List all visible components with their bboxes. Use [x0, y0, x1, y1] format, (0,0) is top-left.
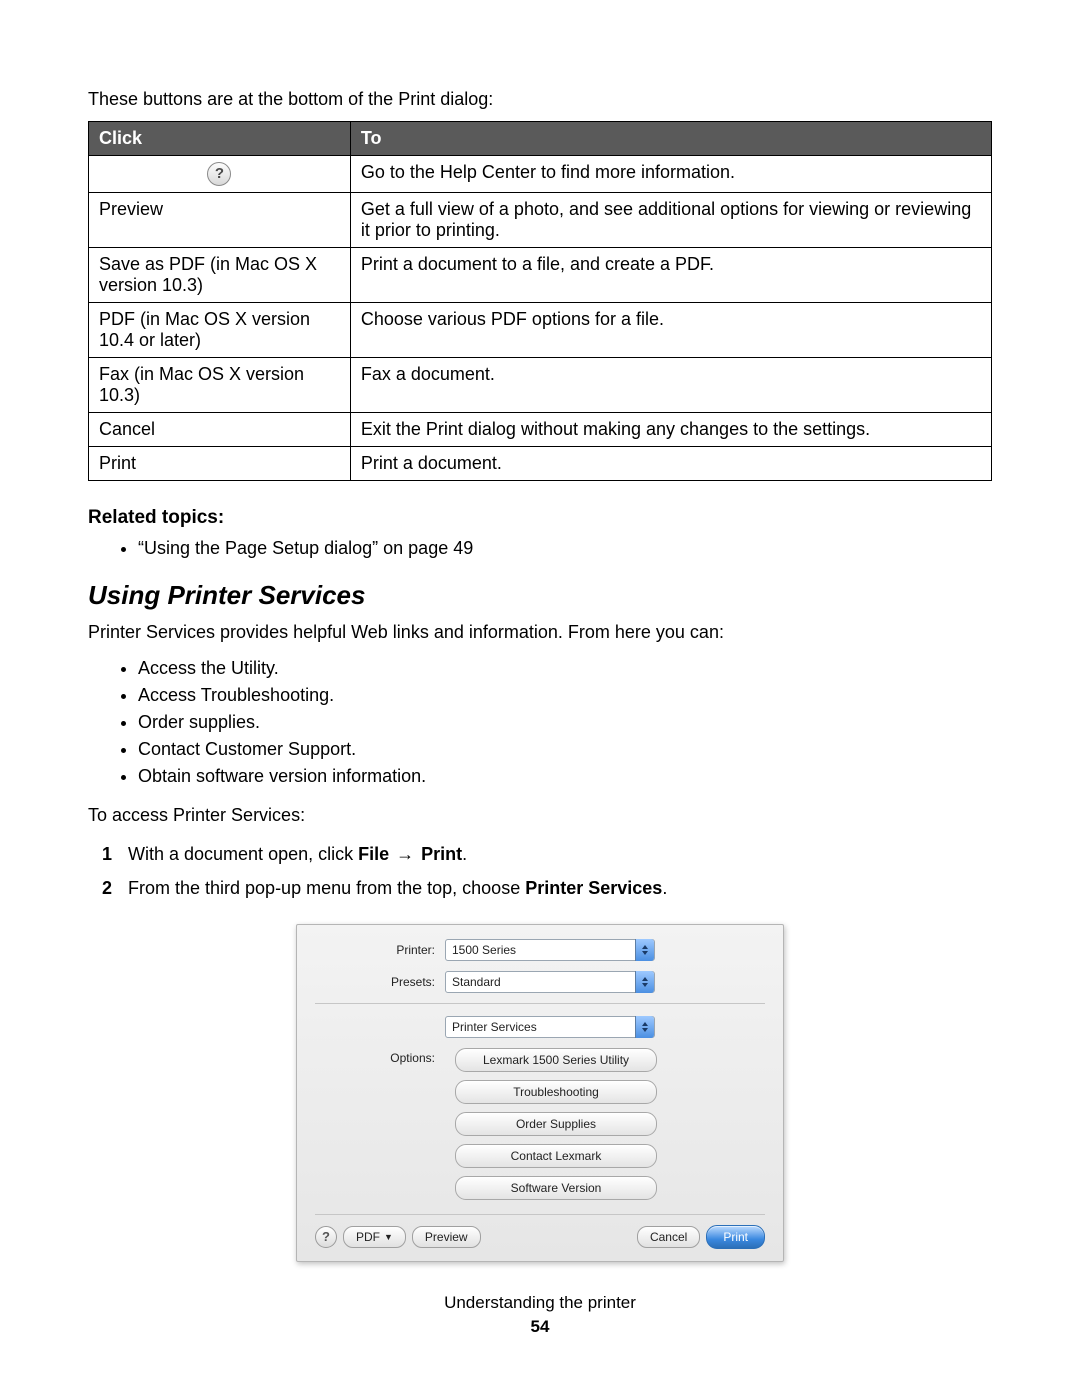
page-number: 54: [0, 1317, 1080, 1337]
step-text: .: [662, 878, 667, 898]
chevron-down-icon: ▼: [384, 1232, 393, 1242]
chevron-updown-icon: [635, 1016, 654, 1038]
table-cell: Choose various PDF options for a file.: [350, 303, 991, 358]
printer-select-value: 1500 Series: [452, 943, 516, 957]
pane-select[interactable]: Printer Services: [445, 1016, 655, 1038]
capabilities-list: Access the Utility. Access Troubleshooti…: [88, 655, 992, 790]
list-item: Access the Utility.: [138, 655, 992, 682]
divider: [315, 1214, 765, 1215]
step-1: With a document open, click File → Print…: [128, 837, 992, 871]
option-contact-button[interactable]: Contact Lexmark: [455, 1144, 657, 1168]
preview-button[interactable]: Preview: [412, 1226, 481, 1248]
step-text: With a document open, click: [128, 844, 358, 864]
table-cell: Fax (in Mac OS X version 10.3): [89, 358, 351, 413]
table-row: Preview Get a full view of a photo, and …: [89, 193, 992, 248]
list-item: “Using the Page Setup dialog” on page 49: [138, 535, 992, 562]
option-software-version-button[interactable]: Software Version: [455, 1176, 657, 1200]
table-cell: Exit the Print dialog without making any…: [350, 413, 991, 447]
chevron-updown-icon: [635, 939, 654, 961]
cancel-button[interactable]: Cancel: [637, 1226, 700, 1248]
table-cell: PDF (in Mac OS X version 10.4 or later): [89, 303, 351, 358]
related-topics-list: “Using the Page Setup dialog” on page 49: [88, 535, 992, 562]
pdf-menu-label: PDF: [356, 1230, 380, 1244]
option-order-supplies-button[interactable]: Order Supplies: [455, 1112, 657, 1136]
print-dialog: Printer: 1500 Series Presets: Standard P…: [296, 924, 784, 1262]
footer-chapter: Understanding the printer: [0, 1293, 1080, 1313]
help-icon: ?: [207, 162, 231, 186]
page-footer: Understanding the printer 54: [0, 1293, 1080, 1337]
section-heading: Using Printer Services: [88, 580, 992, 611]
table-row: ? Go to the Help Center to find more inf…: [89, 156, 992, 193]
steps-list: With a document open, click File → Print…: [88, 837, 992, 905]
related-topics-heading: Related topics:: [88, 507, 992, 529]
table-cell: Save as PDF (in Mac OS X version 10.3): [89, 248, 351, 303]
intro-text: These buttons are at the bottom of the P…: [88, 88, 992, 111]
option-troubleshooting-button[interactable]: Troubleshooting: [455, 1080, 657, 1104]
pdf-menu-button[interactable]: PDF ▼: [343, 1226, 406, 1248]
step-text: From the third pop-up menu from the top,…: [128, 878, 525, 898]
divider: [315, 1003, 765, 1004]
table-row: Cancel Exit the Print dialog without mak…: [89, 413, 992, 447]
table-cell: Preview: [89, 193, 351, 248]
list-item: Contact Customer Support.: [138, 736, 992, 763]
help-button[interactable]: ?: [315, 1226, 337, 1248]
label-options: Options:: [315, 1048, 445, 1065]
step-2: From the third pop-up menu from the top,…: [128, 871, 992, 905]
table-cell: Print a document to a file, and create a…: [350, 248, 991, 303]
table-cell: Go to the Help Center to find more infor…: [350, 156, 991, 193]
option-utility-button[interactable]: Lexmark 1500 Series Utility: [455, 1048, 657, 1072]
document-page: These buttons are at the bottom of the P…: [0, 0, 1080, 1397]
table-cell: Cancel: [89, 413, 351, 447]
table-cell: Fax a document.: [350, 358, 991, 413]
arrow-icon: →: [394, 844, 416, 864]
presets-select[interactable]: Standard: [445, 971, 655, 993]
th-to: To: [350, 122, 991, 156]
table-row: Fax (in Mac OS X version 10.3) Fax a doc…: [89, 358, 992, 413]
step-text: .: [462, 844, 467, 864]
th-click: Click: [89, 122, 351, 156]
section-lead: Printer Services provides helpful Web li…: [88, 621, 992, 644]
print-button[interactable]: Print: [706, 1225, 765, 1249]
label-presets: Presets:: [315, 975, 445, 989]
printer-select[interactable]: 1500 Series: [445, 939, 655, 961]
access-lead: To access Printer Services:: [88, 804, 992, 827]
list-item: Order supplies.: [138, 709, 992, 736]
table-cell: Get a full view of a photo, and see addi…: [350, 193, 991, 248]
table-row: PDF (in Mac OS X version 10.4 or later) …: [89, 303, 992, 358]
presets-select-value: Standard: [452, 975, 501, 989]
table-cell: Print: [89, 447, 351, 481]
table-row: Save as PDF (in Mac OS X version 10.3) P…: [89, 248, 992, 303]
pane-select-value: Printer Services: [452, 1020, 537, 1034]
label-printer: Printer:: [315, 943, 445, 957]
menu-file: File: [358, 844, 389, 864]
print-buttons-table: Click To ? Go to the Help Center to find…: [88, 121, 992, 481]
list-item: Obtain software version information.: [138, 763, 992, 790]
menu-printer-services: Printer Services: [525, 878, 662, 898]
list-item: Access Troubleshooting.: [138, 682, 992, 709]
menu-print: Print: [421, 844, 462, 864]
chevron-updown-icon: [635, 971, 654, 993]
table-row: Print Print a document.: [89, 447, 992, 481]
table-cell: Print a document.: [350, 447, 991, 481]
